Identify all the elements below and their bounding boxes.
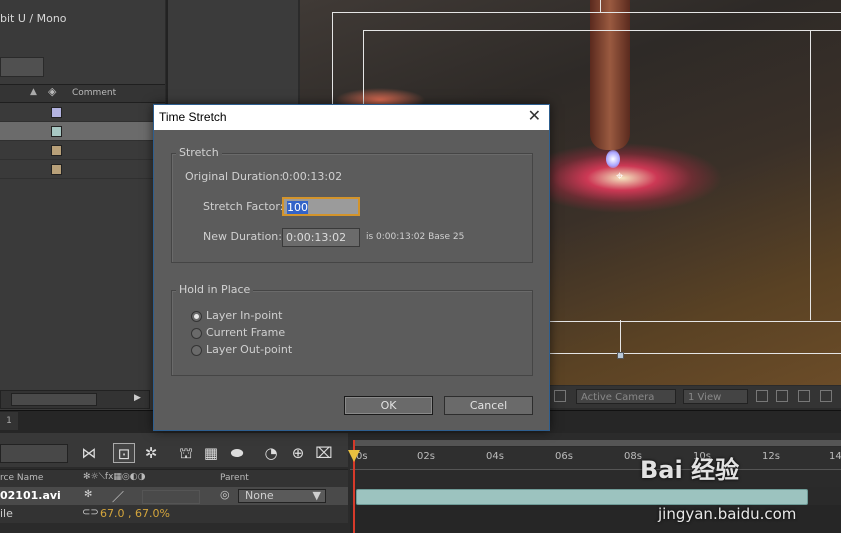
original-duration-value: 0:00:13:02 (282, 170, 343, 183)
option-label: Layer In-point (206, 309, 283, 322)
graph-editor-icon[interactable]: ⊕ (287, 443, 309, 463)
layer-switches-icons: ✻☼⟍fx▦◎◐◑ (83, 472, 146, 482)
source-name-column[interactable]: rce Name (0, 473, 43, 483)
new-duration-label: New Duration: (203, 230, 282, 243)
scale-value[interactable]: 67.0 , 67.0% (100, 507, 170, 520)
fast-previews-icon[interactable] (776, 390, 788, 402)
time-stretch-dialog: Time Stretch ✕ Stretch Original Duration… (153, 104, 550, 431)
cancel-button[interactable]: Cancel (444, 396, 533, 415)
layer-duration-bar[interactable] (356, 489, 808, 505)
dropdown-arrow-icon: ▼ (312, 489, 321, 502)
viewer-toolbar: Active Camera 1 View (548, 386, 841, 408)
flowchart-icon[interactable] (820, 390, 832, 402)
timeline-column-header: rce Name ✻☼⟍fx▦◎◐◑ Parent (0, 469, 348, 488)
render-icon[interactable]: ⌧ (313, 443, 335, 463)
project-row[interactable] (0, 160, 165, 179)
original-duration-label: Original Duration: (185, 170, 284, 183)
pickwhip-icon[interactable]: ◎ (220, 488, 230, 501)
anchor-point-icon[interactable]: ⌖ (616, 169, 623, 184)
draft-3d-icon[interactable]: ⊡ (113, 443, 135, 463)
motion-blur-icon[interactable]: ▦ (200, 443, 222, 463)
layer-out-point-option[interactable]: Layer Out-point (191, 343, 341, 357)
sort-ascending-icon[interactable]: ▲ (30, 87, 37, 97)
constrain-proportions-icon[interactable]: ⊂⊃ (82, 507, 99, 518)
ok-button[interactable]: OK (344, 396, 433, 415)
timeline-tab[interactable]: 1 (0, 412, 18, 430)
layer-handle[interactable] (617, 352, 624, 359)
playhead-marker-icon[interactable] (348, 450, 360, 462)
layer-row[interactable]: 02101.avi ✻ ／ ◎ None ▼ (0, 487, 348, 505)
camera-dropdown[interactable]: Active Camera (576, 389, 676, 404)
layer-name[interactable]: 02101.avi (0, 489, 61, 502)
switch-boxes[interactable] (142, 490, 200, 504)
watermark-logo: Bai 经验 (640, 456, 740, 484)
watermark-url: jingyan.baidu.com (658, 505, 797, 523)
center-guide-top (600, 0, 601, 12)
project-search-input[interactable] (0, 57, 44, 77)
guide-line (810, 30, 841, 320)
label-color-swatch[interactable] (51, 145, 62, 156)
parent-dropdown[interactable]: None ▼ (238, 489, 326, 503)
stretch-group-label: Stretch (176, 146, 222, 159)
property-row[interactable]: ile ⊂⊃ (0, 505, 348, 523)
tick-label: 02s (417, 451, 435, 462)
shy-switch-icon[interactable]: ✻ (84, 489, 92, 500)
project-horizontal-scrollbar[interactable]: ▶ (0, 390, 150, 409)
project-row[interactable] (0, 103, 165, 122)
label-color-swatch[interactable] (51, 107, 62, 118)
tick-label: 04s (486, 451, 504, 462)
tick-label: 06s (555, 451, 573, 462)
timeline-icon[interactable] (798, 390, 810, 402)
stretch-factor-label: Stretch Factor: (203, 200, 284, 213)
current-frame-option[interactable]: Current Frame (191, 326, 341, 340)
label-color-swatch[interactable] (51, 126, 62, 137)
scrollbar-thumb[interactable] (11, 393, 97, 406)
dialog-title: Time Stretch (159, 110, 227, 124)
quality-switch-icon[interactable]: ／ (112, 488, 124, 505)
view-layout-dropdown[interactable]: 1 View (683, 389, 748, 404)
layer-in-point-option[interactable]: Layer In-point (191, 309, 341, 323)
label-tag-icon[interactable]: ◈ (48, 85, 56, 98)
radio-button[interactable] (191, 328, 202, 339)
parent-value: None (245, 489, 274, 502)
tick-label: 14 (829, 451, 841, 462)
radio-button[interactable] (191, 345, 202, 356)
hold-in-place-label: Hold in Place (176, 283, 254, 296)
transparency-grid-icon[interactable] (554, 390, 566, 402)
close-icon[interactable]: ✕ (528, 106, 541, 125)
new-duration-input[interactable]: 0:00:13:02 (282, 228, 360, 247)
stretch-factor-value: 100 (287, 201, 308, 214)
property-name: ile (0, 507, 13, 520)
tick-label: 12s (762, 451, 780, 462)
scroll-right-icon[interactable]: ▶ (134, 393, 141, 403)
center-guide-bottom (620, 320, 621, 352)
timeline-search-input[interactable] (0, 444, 68, 463)
project-column-header: ▲ ◈ Comment (0, 84, 165, 103)
hide-shy-layers-icon[interactable]: ✲ (140, 443, 162, 463)
parent-column[interactable]: Parent (220, 473, 249, 483)
comment-column-header[interactable]: Comment (72, 88, 116, 98)
project-row[interactable] (0, 141, 165, 160)
auto-keyframe-icon[interactable]: ◔ (260, 443, 282, 463)
frame-blending-icon[interactable]: ⛫ (175, 443, 197, 463)
toggle-pixel-aspect-icon[interactable] (756, 390, 768, 402)
work-area-bar[interactable] (355, 440, 841, 446)
project-row[interactable] (0, 122, 165, 141)
stretch-factor-input[interactable]: 100 (282, 197, 360, 216)
dialog-title-bar: Time Stretch ✕ (154, 105, 549, 130)
option-label: Layer Out-point (206, 343, 293, 356)
brainstorm-icon[interactable]: ⬬ (226, 443, 248, 463)
option-label: Current Frame (206, 326, 286, 339)
composition-mini-flowchart-icon[interactable]: ⋈ (78, 443, 100, 463)
new-duration-info: is 0:00:13:02 Base 25 (366, 232, 465, 242)
footage-info-text: bit U / Mono (0, 12, 67, 25)
radio-button[interactable] (191, 311, 202, 322)
label-color-swatch[interactable] (51, 164, 62, 175)
